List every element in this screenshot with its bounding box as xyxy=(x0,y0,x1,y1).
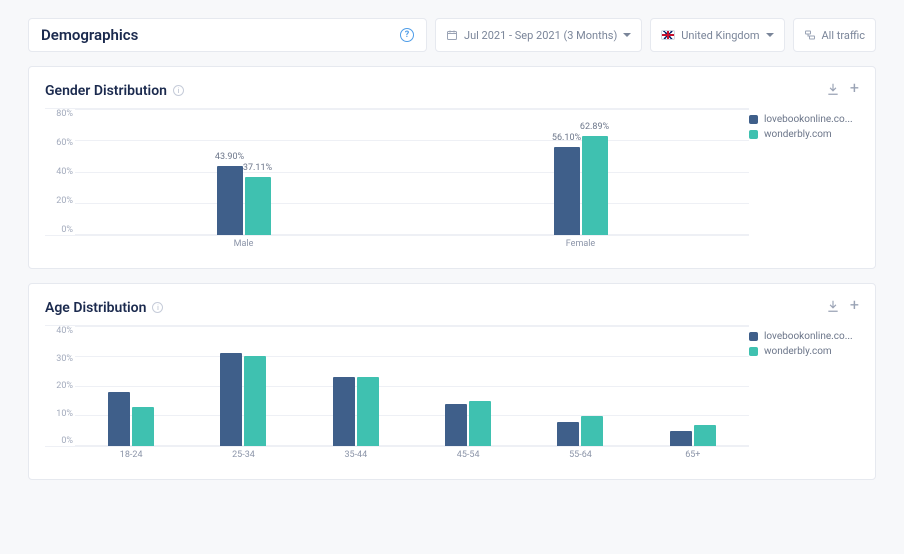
info-icon[interactable]: i xyxy=(173,85,184,96)
page-header: Demographics ? xyxy=(28,18,427,52)
bar xyxy=(244,356,266,446)
legend-label: wonderbly.com xyxy=(764,129,832,140)
chart-legend: lovebookonline.co... wonderbly.com xyxy=(749,325,859,469)
country-label: United Kingdom xyxy=(681,29,759,42)
legend-item: lovebookonline.co... xyxy=(749,114,859,125)
x-axis-label: 55-64 xyxy=(524,450,636,460)
bar xyxy=(445,404,467,446)
bar xyxy=(694,425,716,446)
chevron-down-icon xyxy=(766,33,774,37)
gender-chart: 80%60%40%20%0% 43.90%37.11%56.10%62.89% … xyxy=(45,108,749,258)
x-axis-label: Male xyxy=(75,239,412,249)
bar xyxy=(220,353,242,446)
date-range-picker[interactable]: Jul 2021 - Sep 2021 (3 Months) xyxy=(435,18,642,52)
x-axis-label: 45-54 xyxy=(412,450,524,460)
x-axis-label: 18-24 xyxy=(75,450,187,460)
chart-legend: lovebookonline.co... wonderbly.com xyxy=(749,108,859,258)
age-distribution-card: Age Distribution i + 40%30%20%10%0% 18-2… xyxy=(28,283,876,480)
bar xyxy=(581,416,603,446)
x-axis-label: 65+ xyxy=(637,450,749,460)
bar: 56.10% xyxy=(554,147,580,235)
bar: 43.90% xyxy=(217,166,243,235)
date-range-label: Jul 2021 - Sep 2021 (3 Months) xyxy=(464,29,617,42)
bar xyxy=(357,377,379,446)
legend-label: lovebookonline.co... xyxy=(764,331,853,342)
card-title: Age Distribution xyxy=(45,300,146,316)
x-axis-label: 35-44 xyxy=(300,450,412,460)
card-title: Gender Distribution xyxy=(45,83,167,99)
legend-swatch-a xyxy=(749,115,758,124)
bar-value-label: 62.89% xyxy=(580,122,609,132)
bar-value-label: 43.90% xyxy=(215,152,244,162)
page-title: Demographics xyxy=(41,26,138,44)
bar: 37.11% xyxy=(245,177,271,235)
age-chart: 40%30%20%10%0% 18-2425-3435-4445-5455-64… xyxy=(45,325,749,469)
legend-label: wonderbly.com xyxy=(764,346,832,357)
traffic-filter-label: All traffic xyxy=(822,29,866,42)
gender-distribution-card: Gender Distribution i + 80%60%40%20%0% 4… xyxy=(28,66,876,269)
legend-label: lovebookonline.co... xyxy=(764,114,853,125)
legend-item: lovebookonline.co... xyxy=(749,331,859,342)
help-icon[interactable]: ? xyxy=(400,28,414,42)
bar xyxy=(670,431,692,446)
bar-value-label: 56.10% xyxy=(552,133,581,143)
filter-icon xyxy=(804,29,816,41)
bar xyxy=(108,392,130,446)
traffic-filter-picker[interactable]: All traffic xyxy=(793,18,877,52)
legend-swatch-b xyxy=(749,130,758,139)
bar xyxy=(469,401,491,446)
country-picker[interactable]: United Kingdom xyxy=(650,18,784,52)
uk-flag-icon xyxy=(661,30,675,40)
download-icon[interactable] xyxy=(826,81,840,100)
x-axis-label: Female xyxy=(412,239,749,249)
legend-swatch-b xyxy=(749,347,758,356)
bar: 62.89% xyxy=(582,136,608,235)
download-icon[interactable] xyxy=(826,298,840,317)
chevron-down-icon xyxy=(623,33,631,37)
calendar-icon xyxy=(446,29,458,41)
legend-item: wonderbly.com xyxy=(749,346,859,357)
info-icon[interactable]: i xyxy=(152,302,163,313)
bar xyxy=(333,377,355,446)
bar xyxy=(132,407,154,446)
expand-icon[interactable]: + xyxy=(850,298,859,317)
x-axis-label: 25-34 xyxy=(187,450,299,460)
bar-value-label: 37.11% xyxy=(243,163,272,173)
bar xyxy=(557,422,579,446)
legend-swatch-a xyxy=(749,332,758,341)
expand-icon[interactable]: + xyxy=(850,81,859,100)
legend-item: wonderbly.com xyxy=(749,129,859,140)
